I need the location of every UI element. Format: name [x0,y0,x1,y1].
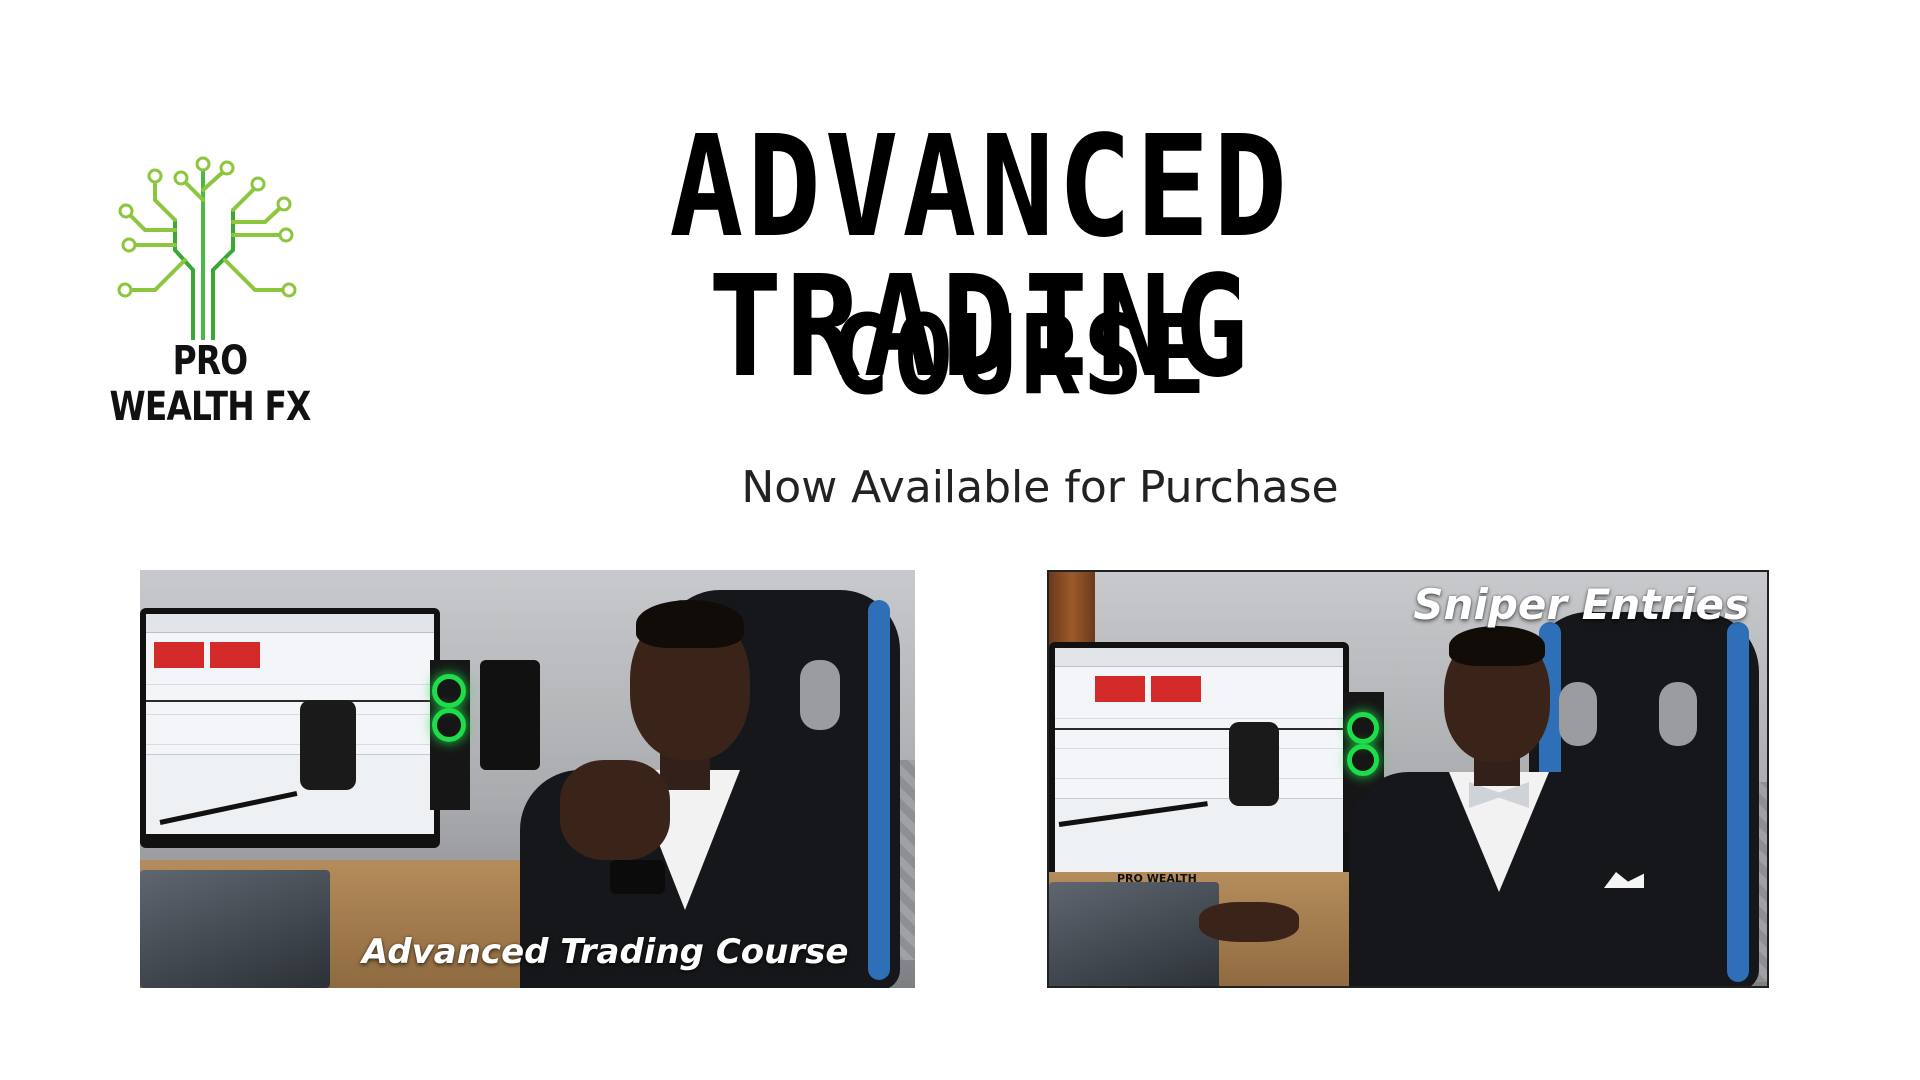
video-overlay-title: Advanced Trading Course [362,932,849,972]
video-thumbnail-advanced-course[interactable]: Advanced Trading Course [140,570,915,988]
promo-page: PRO WEALTH FX ADVANCED TRADING COURSE No… [0,0,1920,1080]
headline-line-2: COURSE [830,291,1210,419]
brand-name: PRO WEALTH FX [109,338,311,430]
brand-logo: PRO WEALTH FX [70,150,350,430]
circuit-tree-icon [117,156,297,340]
video-thumbnail-sniper-entries[interactable]: PRO WEALTH Sniper Entries [1047,570,1769,988]
subtitle: Now Available for Purchase [741,462,1339,513]
video-overlay-title: Sniper Entries [1413,580,1749,629]
mini-brand-logo: PRO WEALTH [1117,872,1197,885]
